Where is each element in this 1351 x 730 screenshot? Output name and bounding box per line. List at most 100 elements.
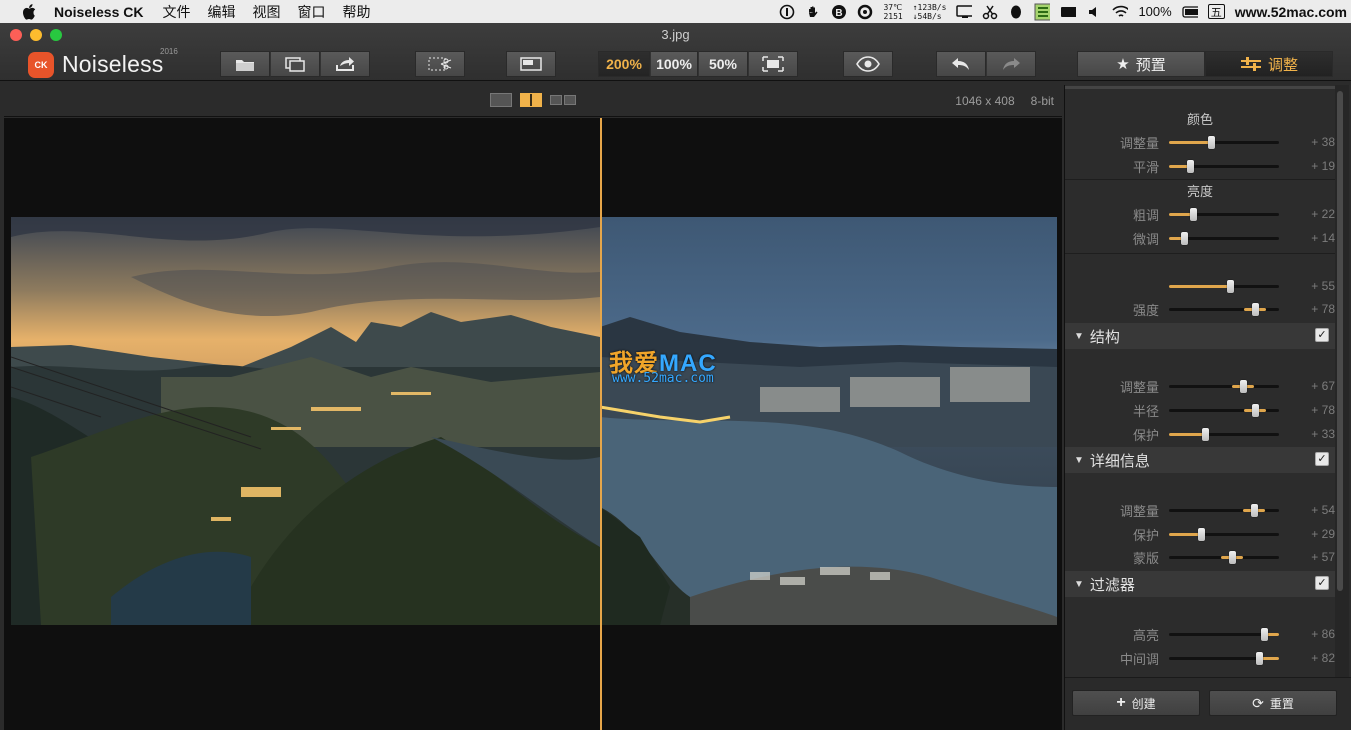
slider-knob[interactable] bbox=[1256, 651, 1264, 665]
app-menu[interactable]: Noiseless CK bbox=[54, 4, 143, 20]
adjust-slider[interactable] bbox=[1169, 159, 1279, 173]
zoom-50-button[interactable]: 50% bbox=[698, 51, 748, 77]
network-stat[interactable]: ↑123B/s ↓54B/s bbox=[913, 3, 947, 21]
slider-knob[interactable] bbox=[1190, 207, 1198, 221]
adjust-slider[interactable] bbox=[1169, 627, 1279, 641]
batch-button[interactable] bbox=[270, 51, 320, 77]
luminance-subtitle: 亮度 bbox=[1186, 184, 1213, 199]
zoom-200-button[interactable]: 200% bbox=[598, 51, 650, 77]
slider-value: + 54 bbox=[1311, 503, 1335, 517]
scissors-icon[interactable] bbox=[982, 4, 998, 20]
section-structure[interactable]: ▼ 结构 ✓ bbox=[1065, 323, 1335, 349]
slider-row: 调整量 + 38 bbox=[1065, 131, 1335, 153]
panel-scrollbar-track[interactable] bbox=[1335, 85, 1349, 677]
eye-icon bbox=[856, 56, 880, 72]
section-filter[interactable]: ▼ 过滤器 ✓ bbox=[1065, 571, 1335, 597]
slider-label: 中间调 bbox=[1119, 651, 1159, 667]
menu-file[interactable]: 文件 bbox=[162, 2, 190, 22]
share-button[interactable] bbox=[320, 51, 370, 77]
hand-icon[interactable] bbox=[805, 4, 821, 20]
slider-knob[interactable] bbox=[1251, 403, 1259, 417]
side-by-side-view-button[interactable] bbox=[550, 95, 576, 105]
green-gauge-icon[interactable] bbox=[1034, 3, 1051, 20]
adjust-slider[interactable] bbox=[1169, 403, 1279, 417]
adjust-slider[interactable] bbox=[1169, 135, 1279, 149]
adjust-slider[interactable] bbox=[1169, 279, 1279, 293]
panel-top-edge bbox=[1065, 86, 1335, 89]
slider-knob[interactable] bbox=[1251, 302, 1259, 316]
info-circle-icon[interactable] bbox=[779, 4, 795, 20]
photo-preview[interactable] bbox=[11, 217, 1057, 625]
redo-icon bbox=[1003, 58, 1020, 70]
crop-button[interactable] bbox=[415, 51, 465, 77]
menu-help[interactable]: 帮助 bbox=[342, 2, 370, 22]
qq-penguin-icon[interactable] bbox=[1008, 4, 1024, 20]
zoom-100-button[interactable]: 100% bbox=[650, 51, 698, 77]
slider-knob[interactable] bbox=[1226, 279, 1234, 293]
adjust-slider[interactable] bbox=[1169, 527, 1279, 541]
fit-screen-button[interactable] bbox=[748, 51, 798, 77]
input-method-icon[interactable]: 五 bbox=[1207, 4, 1225, 19]
slider-label: 调整量 bbox=[1119, 379, 1159, 395]
split-divider-handle[interactable] bbox=[600, 118, 602, 730]
image-canvas[interactable]: 我爱MAC www.52mac.com bbox=[4, 118, 1062, 730]
menu-edit[interactable]: 编辑 bbox=[207, 2, 235, 22]
b-circle-icon[interactable]: B bbox=[831, 4, 847, 20]
wifi-icon[interactable] bbox=[1112, 4, 1129, 20]
slider-knob[interactable] bbox=[1202, 427, 1210, 441]
slider-knob[interactable] bbox=[1239, 379, 1247, 393]
adjust-slider[interactable] bbox=[1169, 550, 1279, 564]
adjust-panel-scroll[interactable]: 颜色 调整量 + 38 平滑 + 19 亮度 粗调 + 22 微调 + 14 + 55 … bbox=[1065, 85, 1335, 677]
tab-presets[interactable]: ★ 预置 bbox=[1077, 51, 1205, 77]
cpu-stat[interactable]: 37℃ 2151 bbox=[883, 3, 902, 21]
adjust-slider[interactable] bbox=[1169, 427, 1279, 441]
slider-knob[interactable] bbox=[1260, 627, 1268, 641]
adjust-slider[interactable] bbox=[1169, 379, 1279, 393]
panel-scrollbar-thumb[interactable] bbox=[1337, 91, 1343, 591]
open-button[interactable] bbox=[220, 51, 270, 77]
filter-enable-checkbox[interactable]: ✓ bbox=[1315, 576, 1329, 590]
slider-value: + 55 bbox=[1311, 279, 1335, 293]
adjust-slider[interactable] bbox=[1169, 651, 1279, 665]
volume-icon[interactable] bbox=[1086, 4, 1102, 20]
toggle-panel-button[interactable] bbox=[506, 51, 556, 77]
zoom-group: 200% 100% 50% bbox=[598, 51, 798, 77]
site-label: www.52mac.com bbox=[1234, 3, 1347, 20]
slider-knob[interactable] bbox=[1197, 527, 1205, 541]
view-bar: 1046 x 408 8-bit bbox=[4, 85, 1062, 117]
sliders-icon bbox=[1240, 57, 1261, 71]
single-view-button[interactable] bbox=[490, 93, 512, 107]
slider-knob[interactable] bbox=[1181, 231, 1189, 245]
adjust-slider[interactable] bbox=[1169, 503, 1279, 517]
adjust-slider[interactable] bbox=[1169, 231, 1279, 245]
slider-label: 粗调 bbox=[1132, 207, 1159, 223]
adjust-slider[interactable] bbox=[1169, 207, 1279, 221]
memory-icon[interactable] bbox=[1060, 4, 1077, 20]
slider-knob[interactable] bbox=[1186, 159, 1194, 173]
slider-knob[interactable] bbox=[1207, 135, 1215, 149]
section-details[interactable]: ▼ 详细信息 ✓ bbox=[1065, 447, 1335, 473]
slider-fill bbox=[1169, 432, 1206, 436]
battery-icon[interactable] bbox=[1182, 4, 1198, 20]
plus-icon: + bbox=[1116, 694, 1126, 711]
slider-value: + 14 bbox=[1311, 231, 1335, 245]
menu-window[interactable]: 窗口 bbox=[297, 2, 325, 22]
redo-button[interactable] bbox=[986, 51, 1036, 77]
tab-adjust[interactable]: 调整 bbox=[1205, 51, 1333, 77]
reset-button[interactable]: ⟳ 重置 bbox=[1209, 690, 1337, 716]
slider-value: + 78 bbox=[1311, 302, 1335, 316]
ring-icon[interactable] bbox=[857, 4, 873, 20]
logo-year: 2016 bbox=[160, 47, 178, 56]
details-enable-checkbox[interactable]: ✓ bbox=[1315, 452, 1329, 466]
apple-icon[interactable] bbox=[20, 3, 38, 21]
display-icon[interactable] bbox=[956, 4, 973, 20]
slider-knob[interactable] bbox=[1250, 503, 1258, 517]
menu-view[interactable]: 视图 bbox=[252, 2, 280, 22]
create-preset-button[interactable]: + 创建 bbox=[1072, 690, 1200, 716]
adjust-slider[interactable] bbox=[1169, 302, 1279, 316]
undo-button[interactable] bbox=[936, 51, 986, 77]
structure-enable-checkbox[interactable]: ✓ bbox=[1315, 328, 1329, 342]
slider-knob[interactable] bbox=[1228, 550, 1236, 564]
preview-button[interactable] bbox=[843, 51, 893, 77]
split-view-button[interactable] bbox=[520, 93, 542, 107]
